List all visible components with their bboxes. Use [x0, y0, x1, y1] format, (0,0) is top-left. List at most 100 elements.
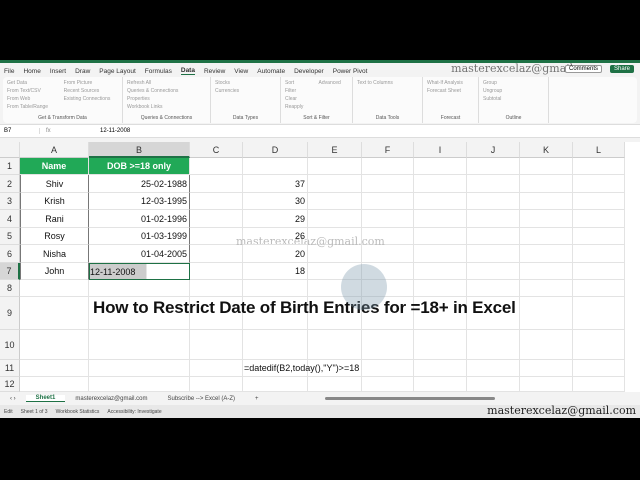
cell[interactable]: [190, 210, 243, 228]
cell[interactable]: [414, 330, 467, 360]
cell[interactable]: [520, 377, 573, 392]
cell[interactable]: [573, 263, 625, 280]
column-header[interactable]: L: [573, 142, 625, 158]
cell[interactable]: [467, 245, 520, 263]
cell[interactable]: [190, 263, 243, 280]
ribbon-button[interactable]: Reapply: [285, 104, 311, 110]
name-cell[interactable]: Krish: [20, 193, 89, 210]
name-box[interactable]: B7: [0, 128, 40, 134]
ribbon-button[interactable]: Existing Connections: [64, 96, 118, 102]
name-cell[interactable]: Rani: [20, 210, 89, 228]
age-cell[interactable]: 26: [243, 228, 308, 245]
name-cell[interactable]: Rosy: [20, 228, 89, 245]
share-button[interactable]: Share: [609, 65, 634, 73]
ribbon-button[interactable]: Workbook Links: [127, 104, 206, 110]
cell[interactable]: [520, 360, 573, 377]
ribbon-button[interactable]: Get Data: [7, 80, 56, 86]
cell[interactable]: [520, 280, 573, 297]
tab-developer[interactable]: Developer: [294, 68, 324, 75]
cell[interactable]: [414, 377, 467, 392]
row-header[interactable]: 1: [0, 158, 20, 175]
ribbon-button[interactable]: Subtotal: [483, 96, 544, 102]
cell[interactable]: [467, 228, 520, 245]
cell[interactable]: [89, 377, 190, 392]
ribbon-button[interactable]: Queries & Connections: [127, 88, 206, 94]
name-cell[interactable]: Nisha: [20, 245, 89, 263]
cell[interactable]: [414, 158, 467, 175]
age-cell[interactable]: 29: [243, 210, 308, 228]
select-all-corner[interactable]: [0, 142, 20, 158]
tab-automate[interactable]: Automate: [257, 68, 285, 75]
cell[interactable]: [573, 210, 625, 228]
cell[interactable]: [190, 360, 243, 377]
cell[interactable]: [308, 330, 362, 360]
cell[interactable]: [573, 280, 625, 297]
cell[interactable]: [89, 360, 190, 377]
cell[interactable]: [467, 193, 520, 210]
workbook-statistics[interactable]: Workbook Statistics: [56, 409, 100, 415]
dob-cell[interactable]: 01-03-1999: [89, 228, 190, 245]
age-cell[interactable]: 18: [243, 263, 308, 280]
cell[interactable]: [243, 158, 308, 175]
ribbon-button[interactable]: Refresh All: [127, 80, 206, 86]
column-header[interactable]: A: [20, 142, 89, 158]
column-header[interactable]: I: [414, 142, 467, 158]
cell[interactable]: [190, 158, 243, 175]
dob-cell[interactable]: 25-02-1988: [89, 175, 190, 193]
cell[interactable]: [573, 228, 625, 245]
cell[interactable]: [573, 330, 625, 360]
ribbon-button[interactable]: Recent Sources: [64, 88, 118, 94]
cell[interactable]: [89, 330, 190, 360]
cell[interactable]: [573, 297, 625, 330]
cell[interactable]: [308, 158, 362, 175]
cell[interactable]: [89, 280, 190, 297]
cell[interactable]: [362, 210, 414, 228]
column-header[interactable]: J: [467, 142, 520, 158]
row-header[interactable]: 7: [0, 263, 20, 280]
row-header[interactable]: 8: [0, 280, 20, 297]
cell[interactable]: [308, 210, 362, 228]
cell[interactable]: [362, 377, 414, 392]
tab-draw[interactable]: Draw: [75, 68, 90, 75]
row-header[interactable]: 6: [0, 245, 20, 263]
sheet-tab[interactable]: masterexcelaz@gmail.com: [65, 396, 157, 402]
age-cell[interactable]: 20: [243, 245, 308, 263]
cell[interactable]: [573, 377, 625, 392]
cell[interactable]: [467, 210, 520, 228]
ribbon-button[interactable]: Text to Columns: [357, 80, 418, 86]
age-cell[interactable]: 30: [243, 193, 308, 210]
cell[interactable]: [467, 360, 520, 377]
cell[interactable]: [414, 263, 467, 280]
cell[interactable]: [20, 280, 89, 297]
tab-page-layout[interactable]: Page Layout: [99, 68, 136, 75]
cell[interactable]: [190, 330, 243, 360]
cell[interactable]: [20, 330, 89, 360]
cell[interactable]: [20, 377, 89, 392]
dob-cell[interactable]: 01-04-2005: [89, 245, 190, 263]
cell[interactable]: [520, 228, 573, 245]
cell[interactable]: [520, 330, 573, 360]
column-header[interactable]: E: [308, 142, 362, 158]
age-cell[interactable]: 37: [243, 175, 308, 193]
cell[interactable]: [467, 330, 520, 360]
cell[interactable]: [520, 263, 573, 280]
tab-data[interactable]: Data: [180, 67, 195, 75]
tab-review[interactable]: Review: [204, 68, 225, 75]
dob-cell[interactable]: 12-11-2008: [89, 263, 190, 280]
cell[interactable]: [520, 193, 573, 210]
row-header[interactable]: 9: [0, 297, 20, 330]
cell[interactable]: [362, 158, 414, 175]
ribbon-button[interactable]: What-If Analysis: [427, 80, 474, 86]
formula-input[interactable]: 12-11-2008: [100, 128, 130, 134]
column-header[interactable]: D: [243, 142, 308, 158]
column-header[interactable]: F: [362, 142, 414, 158]
name-cell[interactable]: Shiv: [20, 175, 89, 193]
ribbon-button[interactable]: Stocks: [215, 80, 276, 86]
ribbon-button[interactable]: Ungroup: [483, 88, 544, 94]
ribbon-button[interactable]: Group: [483, 80, 544, 86]
add-sheet-button[interactable]: +: [245, 396, 269, 402]
name-cell[interactable]: John: [20, 263, 89, 280]
cell[interactable]: [573, 193, 625, 210]
cell[interactable]: [308, 377, 362, 392]
spreadsheet-grid[interactable]: 18 12-11-2008 John 20 01-04-2005 Nisha 26 01-03…: [0, 142, 640, 392]
